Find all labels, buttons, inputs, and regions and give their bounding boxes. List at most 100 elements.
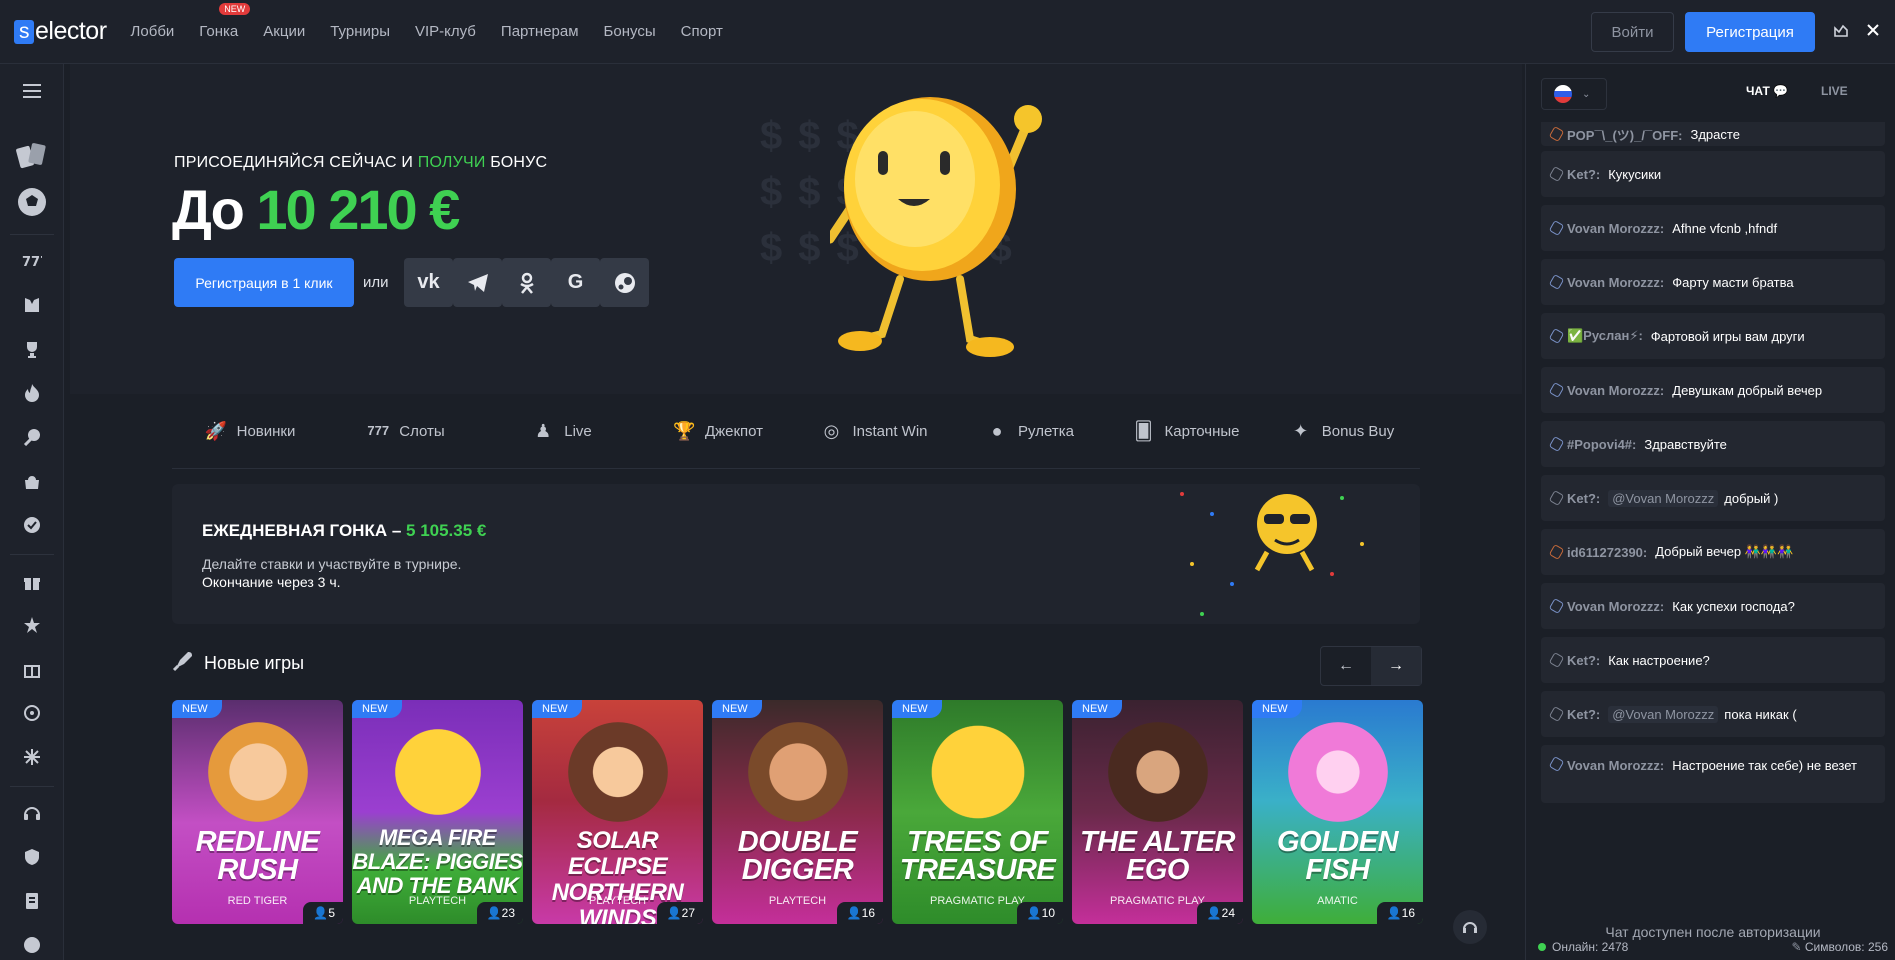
shield-icon[interactable] <box>0 842 64 872</box>
roulette-icon[interactable] <box>0 422 64 452</box>
document-icon[interactable] <box>0 886 64 916</box>
chevron-down-icon: ⌄ <box>1582 88 1591 100</box>
game-card[interactable]: NEW THE ALTER EGO PRAGMATIC PLAY 👤24 <box>1072 700 1243 924</box>
gift-icon[interactable] <box>0 566 64 596</box>
player-count: 👤10 <box>1016 902 1063 924</box>
login-button[interactable]: Войти <box>1591 12 1674 52</box>
close-icon[interactable] <box>1867 23 1879 41</box>
wheel-icon[interactable] <box>0 698 64 728</box>
player-count: 👤16 <box>1376 902 1423 924</box>
cat-roulette[interactable]: ● Рулетка <box>952 394 1108 468</box>
chat-message: Vovan Morozzz: Девушкам добрый вечер <box>1541 367 1885 413</box>
game-title: DOUBLE DIGGER <box>737 826 858 886</box>
google-icon[interactable]: G <box>551 258 600 307</box>
tab-chat[interactable]: ЧАТ 💬 <box>1746 84 1788 98</box>
symbols-count: ✎ Символов: 256 <box>1791 940 1888 954</box>
menu-icon[interactable] <box>0 76 64 106</box>
nav-vip[interactable]: VIP-клуб <box>415 23 476 40</box>
chat-footer: Онлайн: 2478 ✎ Символов: 256 <box>1538 940 1888 954</box>
nav-bonuses[interactable]: Бонусы <box>604 23 656 40</box>
present-icon[interactable] <box>0 654 64 684</box>
slots-icon: 777 <box>367 423 390 438</box>
new-badge: NEW <box>1252 700 1302 718</box>
one-click-register-button[interactable]: Регистрация в 1 клик <box>174 258 354 307</box>
chat-panel: ⌄ ЧАТ 💬 LIVE POP¯\_(ツ)_/¯OFF: Здрасте Ket… <box>1525 64 1895 960</box>
game-card[interactable]: NEW GOLDEN FISH AMATIC 👤16 <box>1252 700 1423 924</box>
nav-tournaments[interactable]: Турниры <box>330 23 390 40</box>
daily-race-banner[interactable]: ЕЖЕДНЕВНАЯ ГОНКА – 5 105.35 € Делайте ст… <box>172 484 1420 624</box>
new-badge: NEW <box>892 700 942 718</box>
new-badge: NEW <box>712 700 762 718</box>
game-title: THE ALTER EGO <box>1080 826 1236 886</box>
hero-banner: $$$$$$$$$$$$$$$$$$ ПРИСОЕДИНЯЙСЯ СЕЙЧАС … <box>70 64 1522 394</box>
hero-subtitle: ПРИСОЕДИНЯЙСЯ СЕЙЧАС И ПОЛУЧИ БОНУС <box>174 154 548 171</box>
network-icon[interactable] <box>0 742 64 772</box>
telegram-icon[interactable] <box>453 258 502 307</box>
casino-cards-icon[interactable] <box>0 138 64 174</box>
player-count: 👤27 <box>656 902 703 924</box>
bonus-buy-icon[interactable] <box>0 466 64 496</box>
star-icon[interactable] <box>0 610 64 640</box>
game-card[interactable]: NEW SOLAR ECLIPSE NORTHERN WINDS PLAYTEC… <box>532 700 703 924</box>
coin-mascot-image <box>830 97 1042 357</box>
instant-win-icon[interactable] <box>0 510 64 540</box>
game-title: MEGA FIRE BLAZE: PIGGIES AND THE BANK <box>352 825 523 898</box>
header-actions: Войти Регистрация <box>1591 0 1895 64</box>
new-badge: NEW <box>532 700 582 718</box>
hero-amount: До 10 210 € <box>172 178 460 241</box>
cards-icon: 🂠 <box>1134 421 1153 441</box>
trophy-icon[interactable] <box>0 334 64 364</box>
new-badge: NEW <box>1072 700 1122 718</box>
cat-new[interactable]: 🚀 Новинки <box>172 394 328 468</box>
chat-message: ✅Руслан⚡: Фартовой игры вам други <box>1541 313 1885 359</box>
online-dot-icon <box>1538 943 1546 951</box>
cat-live[interactable]: ♟ Live <box>484 394 640 468</box>
nav-partners[interactable]: Партнерам <box>501 23 579 40</box>
cat-instant-win[interactable]: ◎ Instant Win <box>796 394 952 468</box>
bonus-buy-icon: ✦ <box>1293 421 1309 441</box>
cat-bonus-buy[interactable]: ✦ Bonus Buy <box>1264 394 1420 468</box>
logo[interactable]: s elector <box>14 17 107 46</box>
chat-toggle-icon[interactable] <box>1833 22 1849 43</box>
player-count: 👤23 <box>476 902 523 924</box>
tab-live[interactable]: LIVE <box>1821 84 1848 98</box>
headset-icon[interactable] <box>0 798 64 828</box>
cat-cards[interactable]: 🂠 Карточные <box>1108 394 1264 468</box>
nav-race-label: Гонка <box>199 23 239 40</box>
language-selector[interactable]: ⌄ <box>1541 78 1607 110</box>
new-badge: NEW <box>219 3 251 15</box>
arrow-right-icon[interactable]: → <box>1371 647 1421 685</box>
cat-jackpot[interactable]: 🏆 Джекпот <box>640 394 796 468</box>
nav-lobby[interactable]: Лобби <box>131 23 175 40</box>
game-card[interactable]: NEW REDLINE RUSH RED TIGER 👤5 <box>172 700 343 924</box>
live-icon: ♟ <box>535 421 552 441</box>
settings-icon[interactable] <box>0 930 64 960</box>
roulette-icon: ● <box>991 421 1003 441</box>
football-icon[interactable] <box>0 184 64 220</box>
nav-race[interactable]: NEW Гонка <box>199 3 251 40</box>
game-card[interactable]: NEW DOUBLE DIGGER PLAYTECH 👤16 <box>712 700 883 924</box>
support-headset-icon[interactable] <box>1453 910 1487 944</box>
game-card[interactable]: NEW MEGA FIRE BLAZE: PIGGIES AND THE BAN… <box>352 700 523 924</box>
or-label: или <box>363 274 389 291</box>
nav-promos[interactable]: Акции <box>263 23 305 40</box>
vk-icon[interactable]: vk <box>404 258 453 307</box>
arrow-left-icon[interactable]: ← <box>1321 647 1371 685</box>
new-badge: NEW <box>352 700 402 718</box>
new-games-carousel: NEW REDLINE RUSH RED TIGER 👤5 NEW MEGA F… <box>172 700 1423 924</box>
header-icons <box>1833 22 1879 43</box>
cat-slots[interactable]: 777 Слоты <box>328 394 484 468</box>
steam-icon[interactable] <box>600 258 649 307</box>
chat-message: #Popovi4#: Здравствуйте <box>1541 421 1885 467</box>
fire-icon[interactable] <box>0 378 64 408</box>
live-icon[interactable] <box>0 290 64 320</box>
odnoklassniki-icon[interactable] <box>502 258 551 307</box>
instant-win-icon: ◎ <box>823 421 840 441</box>
nav-sport[interactable]: Спорт <box>681 23 723 40</box>
trophy-icon: 🏆 <box>672 421 696 441</box>
online-count: Онлайн: 2478 <box>1538 940 1628 954</box>
register-button[interactable]: Регистрация <box>1685 12 1815 52</box>
player-count: 👤16 <box>836 902 883 924</box>
game-card[interactable]: NEW TREES OF TREASURE PRAGMATIC PLAY 👤10 <box>892 700 1063 924</box>
slots-icon[interactable]: 777 <box>0 246 64 276</box>
